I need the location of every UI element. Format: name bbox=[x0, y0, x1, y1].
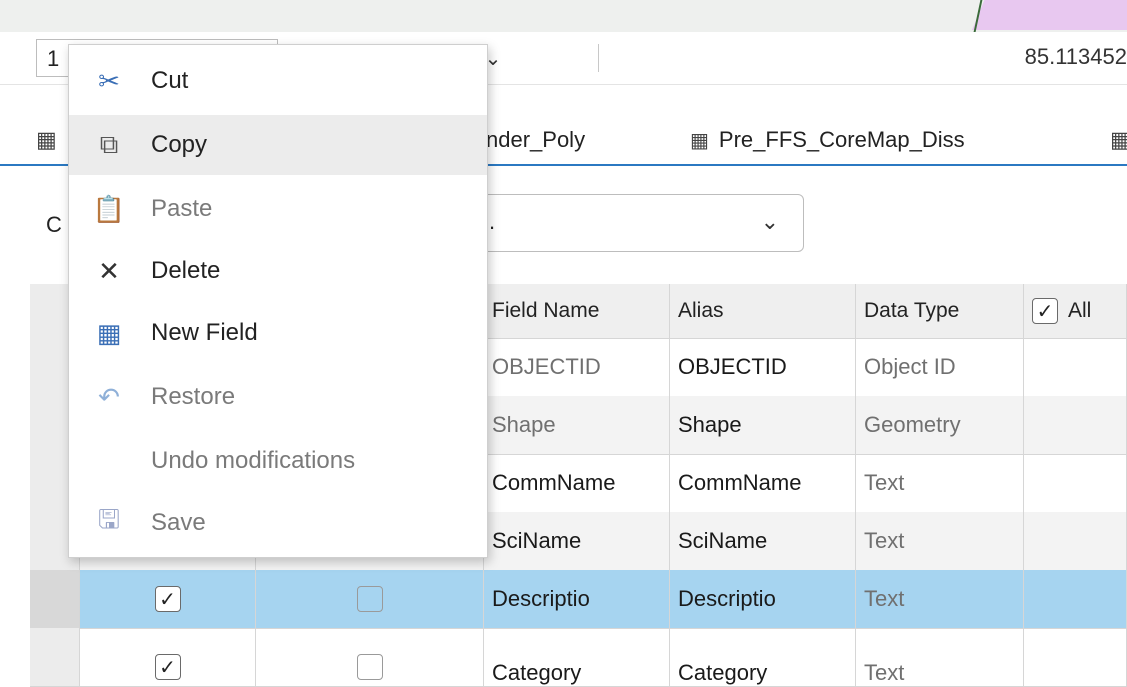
context-menu: ✂ Cut ⧉ Copy 📋 Paste ✕ Delete ▦ New Fiel… bbox=[68, 44, 488, 558]
alias-header[interactable]: Alias bbox=[670, 284, 856, 338]
tab-label: Pre_FFS_CoreMap_Diss bbox=[718, 127, 965, 152]
menu-item-label: Delete bbox=[151, 257, 221, 284]
all-label: All bbox=[1068, 299, 1092, 322]
field-name-cell[interactable]: Shape bbox=[484, 396, 670, 454]
alias-cell[interactable]: Category bbox=[670, 628, 856, 686]
field-name-cell[interactable]: Category bbox=[484, 628, 670, 686]
readonly-cell bbox=[256, 628, 484, 686]
row-gutter[interactable] bbox=[30, 628, 80, 686]
table-icon: ▦ bbox=[1110, 127, 1127, 152]
save-icon: 🖫 bbox=[97, 504, 121, 534]
all-cell bbox=[1024, 338, 1127, 396]
menu-item-save[interactable]: 🖫 Save bbox=[69, 493, 487, 553]
copy-icon: ⧉ bbox=[99, 129, 119, 159]
field-name-cell[interactable]: OBJECTID bbox=[484, 338, 670, 396]
field-name-header[interactable]: Field Name bbox=[484, 284, 670, 338]
tab-poly[interactable]: nder_Poly bbox=[486, 120, 585, 160]
menu-item-label: Paste bbox=[151, 195, 213, 222]
menu-item-cut[interactable]: ✂ Cut bbox=[69, 51, 487, 111]
field-name-cell[interactable]: Descriptio bbox=[484, 570, 670, 628]
filter-label: C bbox=[46, 212, 62, 237]
delete-x-icon: ✕ bbox=[98, 255, 120, 286]
layer-combo[interactable]: . ⌄ bbox=[478, 194, 804, 252]
tab-table-icon[interactable]: ▦ bbox=[36, 120, 57, 160]
readonly-cell bbox=[256, 570, 484, 628]
menu-item-copy[interactable]: ⧉ Copy bbox=[69, 115, 487, 175]
menu-item-label: Restore bbox=[151, 383, 236, 410]
all-cell bbox=[1024, 512, 1127, 570]
tab-overflow[interactable]: ▦ bbox=[1110, 120, 1127, 160]
data-type-cell[interactable]: Text bbox=[856, 512, 1024, 570]
alias-cell[interactable]: Shape bbox=[670, 396, 856, 454]
all-cell bbox=[1024, 454, 1127, 512]
menu-item-label: Save bbox=[151, 509, 206, 536]
field-name-cell[interactable]: CommName bbox=[484, 454, 670, 512]
map-polygon bbox=[972, 0, 1127, 30]
menu-item-label: Copy bbox=[151, 131, 208, 158]
all-cell bbox=[1024, 628, 1127, 686]
data-type-cell[interactable]: Text bbox=[856, 570, 1024, 628]
alias-cell[interactable]: OBJECTID bbox=[670, 338, 856, 396]
table-row-selected[interactable]: ✓ Descriptio Descriptio Text bbox=[30, 570, 1127, 629]
menu-item-delete[interactable]: ✕ Delete bbox=[69, 241, 487, 301]
readonly-checkbox[interactable] bbox=[356, 586, 383, 612]
all-cell bbox=[1024, 570, 1127, 628]
chevron-down-icon: ⌄ bbox=[760, 209, 779, 234]
tab-label: nder_Poly bbox=[486, 127, 586, 152]
all-header[interactable]: ✓ All bbox=[1024, 284, 1127, 338]
readonly-checkbox[interactable] bbox=[356, 654, 383, 680]
menu-item-paste[interactable]: 📋 Paste bbox=[69, 179, 487, 239]
table-link-icon: ▦ bbox=[690, 129, 709, 152]
field-name-cell[interactable]: SciName bbox=[484, 512, 670, 570]
data-type-cell[interactable]: Object ID bbox=[856, 338, 1024, 396]
toolbar-divider bbox=[598, 44, 599, 72]
select-all-checkbox[interactable]: ✓ bbox=[1032, 298, 1058, 324]
paste-icon: 📋 bbox=[92, 193, 126, 224]
scissors-icon: ✂ bbox=[98, 65, 120, 96]
data-type-cell[interactable]: Text bbox=[856, 628, 1024, 686]
menu-item-label: Cut bbox=[151, 67, 189, 94]
tab-core-map-diss[interactable]: ▦ Pre_FFS_CoreMap_Diss bbox=[690, 120, 965, 160]
visible-checkbox[interactable]: ✓ bbox=[154, 586, 181, 612]
map-view-strip bbox=[0, 0, 1127, 32]
menu-item-restore[interactable]: ↶ Restore bbox=[69, 367, 487, 427]
all-cell bbox=[1024, 396, 1127, 454]
data-type-header[interactable]: Data Type bbox=[856, 284, 1024, 338]
data-type-cell[interactable]: Geometry bbox=[856, 396, 1024, 454]
alias-cell[interactable]: CommName bbox=[670, 454, 856, 512]
visible-checkbox[interactable]: ✓ bbox=[154, 654, 181, 680]
menu-item-undo-modifications[interactable]: Undo modifications bbox=[69, 431, 487, 491]
row-gutter[interactable] bbox=[30, 570, 80, 628]
visible-cell: ✓ bbox=[80, 570, 256, 628]
coordinate-readout: 85.113452 bbox=[1024, 44, 1127, 69]
menu-item-label: Undo modifications bbox=[151, 447, 356, 474]
table-row[interactable]: ✓ Category Category Text bbox=[30, 628, 1127, 687]
menu-item-label: New Field bbox=[151, 319, 258, 346]
table-icon: ▦ bbox=[36, 127, 57, 152]
visible-cell: ✓ bbox=[80, 628, 256, 686]
data-type-cell[interactable]: Text bbox=[856, 454, 1024, 512]
alias-cell[interactable]: SciName bbox=[670, 512, 856, 570]
alias-cell[interactable]: Descriptio bbox=[670, 570, 856, 628]
menu-item-new-field[interactable]: ▦ New Field bbox=[69, 303, 487, 363]
new-field-icon: ▦ bbox=[96, 317, 122, 348]
restore-icon: ↶ bbox=[98, 381, 120, 412]
combo-value: . bbox=[489, 209, 496, 234]
